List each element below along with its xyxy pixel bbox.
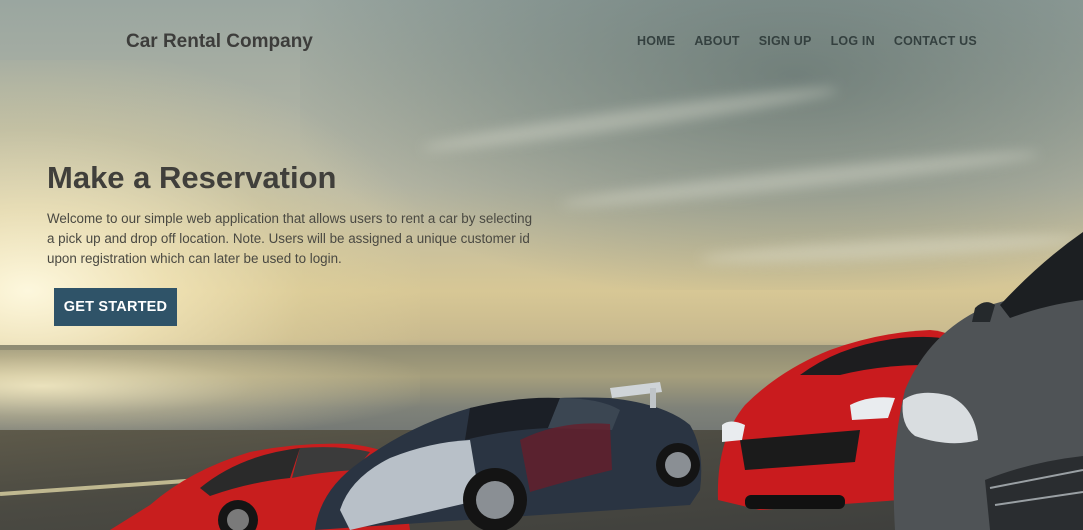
nav-contact-us[interactable]: CONTACT US <box>894 34 977 48</box>
hero-description: Welcome to our simple web application th… <box>47 211 533 266</box>
grey-coupe <box>893 232 1083 530</box>
main-nav: HOME ABOUT SIGN UP LOG IN CONTACT US <box>637 34 996 48</box>
get-started-button[interactable]: GET STARTED <box>54 288 177 326</box>
nav-about[interactable]: ABOUT <box>694 34 739 48</box>
hero-section: Car Rental Company HOME ABOUT SIGN UP LO… <box>0 0 1083 530</box>
hero-title: Make a Reservation <box>47 160 337 195</box>
silver-hypercar <box>315 382 702 530</box>
nav-sign-up[interactable]: SIGN UP <box>759 34 812 48</box>
nav-log-in[interactable]: LOG IN <box>831 34 875 48</box>
brand-logo-text[interactable]: Car Rental Company <box>126 31 313 53</box>
nav-home[interactable]: HOME <box>637 34 675 48</box>
